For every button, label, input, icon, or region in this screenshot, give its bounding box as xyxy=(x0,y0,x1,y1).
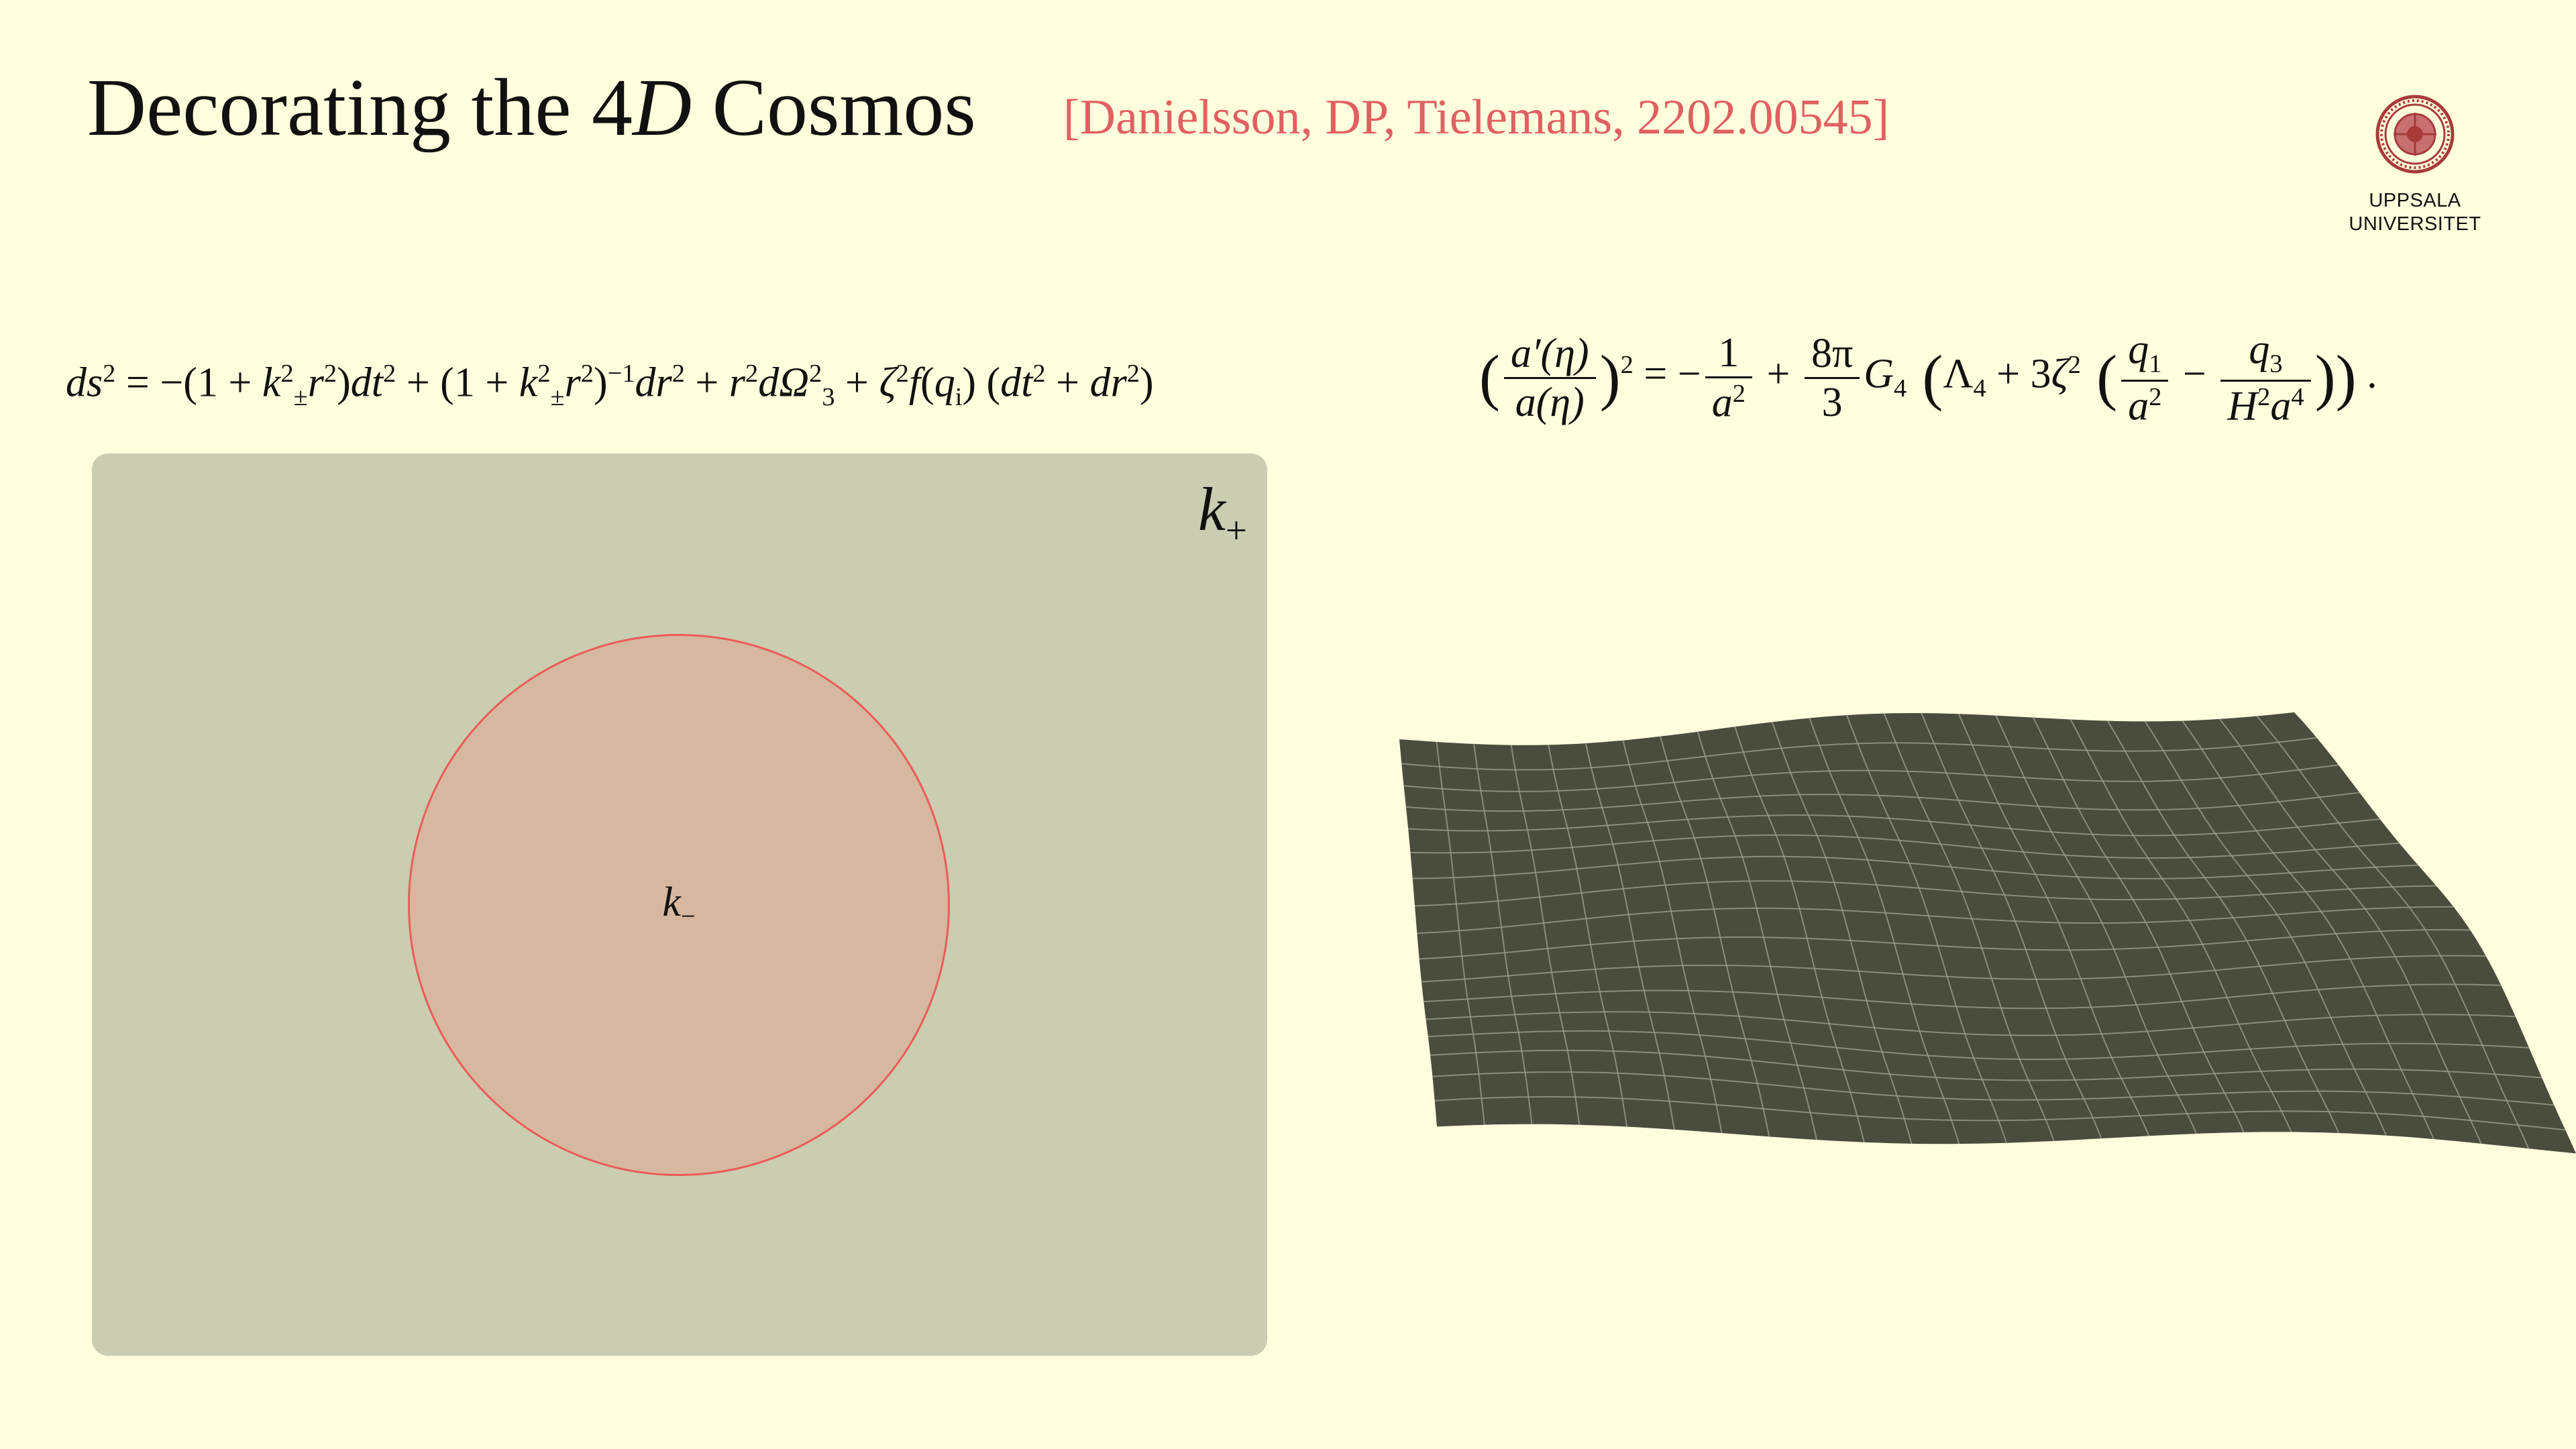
title-text: Decorating the 4 xyxy=(87,62,633,153)
surface-fill xyxy=(1399,712,2576,1154)
title-math: D xyxy=(633,62,692,153)
inner-vacuum-label: k− xyxy=(662,879,696,931)
fraction-q3: q3 H2a4 xyxy=(2220,329,2311,427)
university-name-line2: UNIVERSITET xyxy=(2349,213,2481,235)
outer-vacuum-panel: k+ k− xyxy=(92,453,1267,1356)
outer-vacuum-label: k+ xyxy=(1197,475,1247,552)
title-rest: Cosmos xyxy=(692,62,976,153)
friedmann-equation: (a′(η) a(η))2 = −1 a2 + 8π 3 G4 (Λ4 + 3ζ2 (q… xyxy=(1479,327,2377,429)
metric-equation: ds2 = −(1 + k2±r2)dt2 + (1 + k2±r2)−1dr2… xyxy=(66,360,1154,412)
citation: [Danielsson, DP, Tielemans, 2202.00545] xyxy=(1063,90,1890,145)
fraction-8pi: 8π 3 xyxy=(1804,333,1860,423)
fraction-hubble: a′(η) a(η) xyxy=(1503,333,1596,423)
university-logo: UPPSALA UNIVERSITET xyxy=(2341,94,2489,236)
university-name-line1: UPPSALA xyxy=(2369,190,2461,211)
seal-icon xyxy=(2375,95,2455,174)
slide-title: Decorating the 4D Cosmos xyxy=(87,67,976,149)
wavy-surface xyxy=(1399,712,2576,1154)
bubble-circle: k− xyxy=(408,634,950,1176)
university-name: UPPSALA UNIVERSITET xyxy=(2341,189,2489,236)
fraction-curvature: 1 a2 xyxy=(1705,332,1752,424)
fraction-q1: q1 a2 xyxy=(2121,329,2169,427)
